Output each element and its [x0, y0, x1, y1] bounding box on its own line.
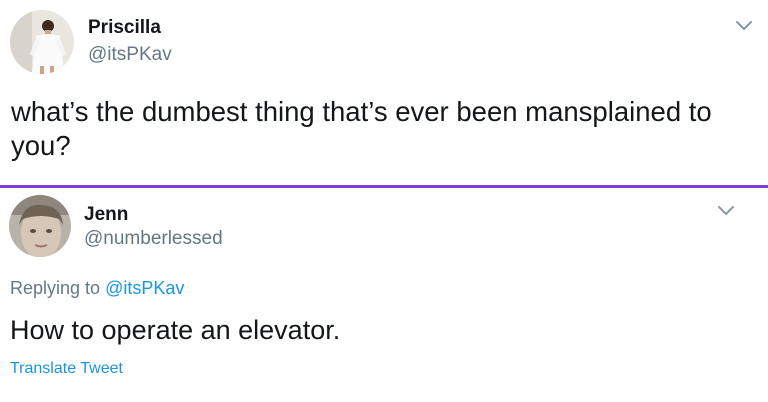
author-handle[interactable]: @itsPKav	[88, 44, 172, 66]
chevron-down-icon[interactable]	[735, 20, 753, 32]
author-handle[interactable]: @numberlessed	[84, 228, 223, 250]
replying-to-line: Replying to @itsPKav	[10, 278, 184, 299]
reply-text: How to operate an elevator.	[10, 315, 341, 345]
replying-prefix: Replying to	[10, 278, 101, 298]
chevron-down-icon[interactable]	[717, 205, 735, 217]
jenn-avatar[interactable]	[9, 195, 71, 257]
mention-link[interactable]: @itsPKav	[105, 278, 184, 298]
thread-divider	[0, 185, 768, 188]
tweet-text: what’s the dumbest thing that’s ever bee…	[11, 96, 712, 161]
priscilla-avatar[interactable]	[10, 10, 74, 74]
original-tweet: Priscilla @itsPKav what’s the dumbest th…	[0, 0, 768, 186]
author-name[interactable]: Priscilla	[88, 17, 161, 39]
translate-tweet-link[interactable]: Translate Tweet	[10, 360, 123, 378]
author-name[interactable]: Jenn	[84, 204, 128, 226]
